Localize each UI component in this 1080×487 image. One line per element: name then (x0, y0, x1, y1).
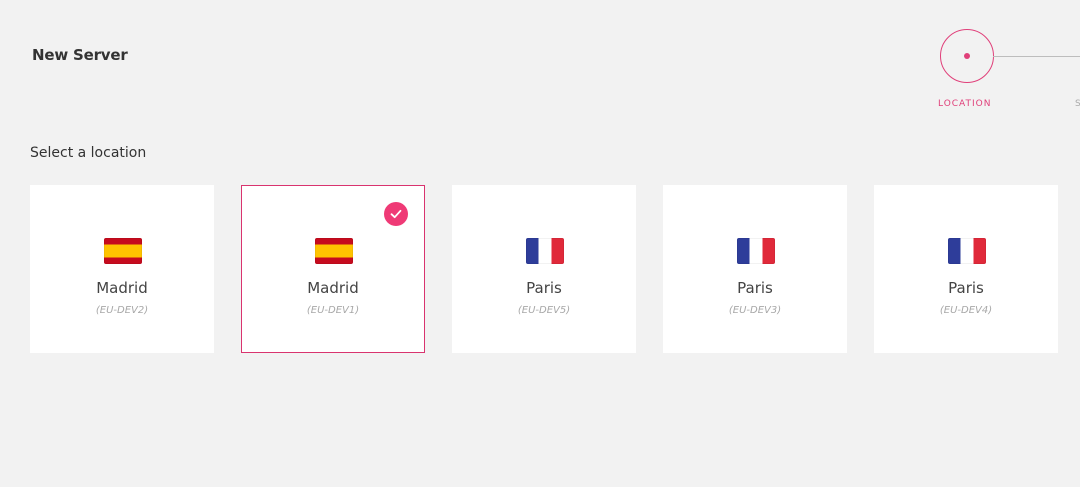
location-code: (EU-DEV4) (939, 305, 993, 316)
checkmark-glyph (390, 209, 402, 219)
location-city: Paris (948, 279, 984, 297)
location-code: (EU-DEV5) (517, 305, 571, 316)
step-dot-icon (964, 53, 970, 59)
location-code: (EU-DEV3) (728, 305, 782, 316)
step-location-label[interactable]: LOCATION (938, 99, 992, 109)
step-location-circle[interactable] (940, 29, 994, 83)
stepper: LOCATION S (0, 0, 1080, 120)
location-code: (EU-DEV2) (95, 305, 149, 316)
location-city: Madrid (96, 279, 148, 297)
location-code: (EU-DEV1) (306, 305, 360, 316)
spain-flag-icon (104, 238, 142, 264)
location-card[interactable]: Paris (EU-DEV5) (452, 185, 636, 353)
location-card[interactable]: Madrid (EU-DEV2) (30, 185, 214, 353)
location-city: Paris (526, 279, 562, 297)
france-flag-icon (948, 238, 986, 264)
checkmark-icon (384, 202, 408, 226)
location-list: Madrid (EU-DEV2) Madrid (EU-DEV1) Paris … (30, 185, 1058, 353)
spain-flag-icon (315, 238, 353, 264)
location-city: Paris (737, 279, 773, 297)
location-card[interactable]: Paris (EU-DEV4) (874, 185, 1058, 353)
france-flag-icon (737, 238, 775, 264)
location-city: Madrid (307, 279, 359, 297)
france-flag-icon (526, 238, 564, 264)
location-card[interactable]: Paris (EU-DEV3) (663, 185, 847, 353)
step-next-label[interactable]: S (1075, 99, 1080, 109)
section-title: Select a location (30, 145, 147, 161)
location-card-selected[interactable]: Madrid (EU-DEV1) (241, 185, 425, 353)
step-connector (993, 56, 1080, 57)
